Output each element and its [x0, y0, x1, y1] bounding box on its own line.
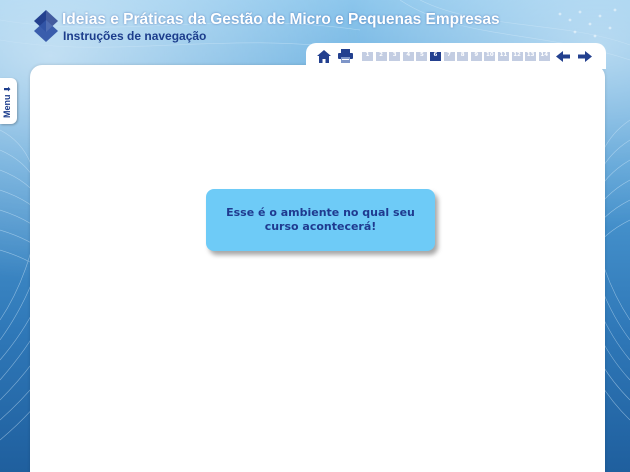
page-button-3[interactable]: 3 — [389, 51, 401, 61]
page-button-10[interactable]: 10 — [484, 51, 496, 61]
content-panel — [30, 65, 605, 472]
arrow-down-icon: ⬇ — [2, 85, 12, 93]
menu-label: Menu ⬇ — [2, 86, 12, 118]
logo-icon — [34, 10, 58, 42]
page-button-2[interactable]: 2 — [375, 51, 387, 61]
callout-text: Esse é o ambiente no qual seu curso acon… — [226, 206, 415, 233]
page-button-4[interactable]: 4 — [402, 51, 414, 61]
page-number-list: 1 2 3 4 5 6 7 8 9 10 11 12 13 14 — [362, 51, 552, 61]
menu-label-text: Menu — [2, 94, 12, 119]
page-button-5[interactable]: 5 — [416, 51, 428, 61]
info-callout: Esse é o ambiente no qual seu curso acon… — [206, 189, 435, 251]
home-icon[interactable] — [316, 48, 332, 64]
page-button-9[interactable]: 9 — [470, 51, 482, 61]
menu-button[interactable]: Menu ⬇ — [0, 78, 17, 124]
page-button-6[interactable]: 6 — [429, 51, 441, 61]
arrow-left-icon[interactable] — [556, 50, 571, 62]
page-button-7[interactable]: 7 — [443, 51, 455, 61]
app-title: Ideias e Práticas da Gestão de Micro e P… — [62, 11, 500, 28]
page-button-8[interactable]: 8 — [457, 51, 469, 61]
page-button-1[interactable]: 1 — [362, 51, 373, 61]
page-button-11[interactable]: 11 — [497, 51, 509, 61]
page-button-14[interactable]: 14 — [538, 51, 550, 61]
navigation-bar: 1 2 3 4 5 6 7 8 9 10 11 12 13 14 — [306, 43, 606, 69]
page-button-13[interactable]: 13 — [525, 51, 537, 61]
arrow-right-icon[interactable] — [578, 50, 593, 62]
page-subtitle: Instruções de navegação — [63, 29, 207, 43]
page-button-12[interactable]: 12 — [511, 51, 523, 61]
print-icon[interactable] — [337, 48, 353, 64]
